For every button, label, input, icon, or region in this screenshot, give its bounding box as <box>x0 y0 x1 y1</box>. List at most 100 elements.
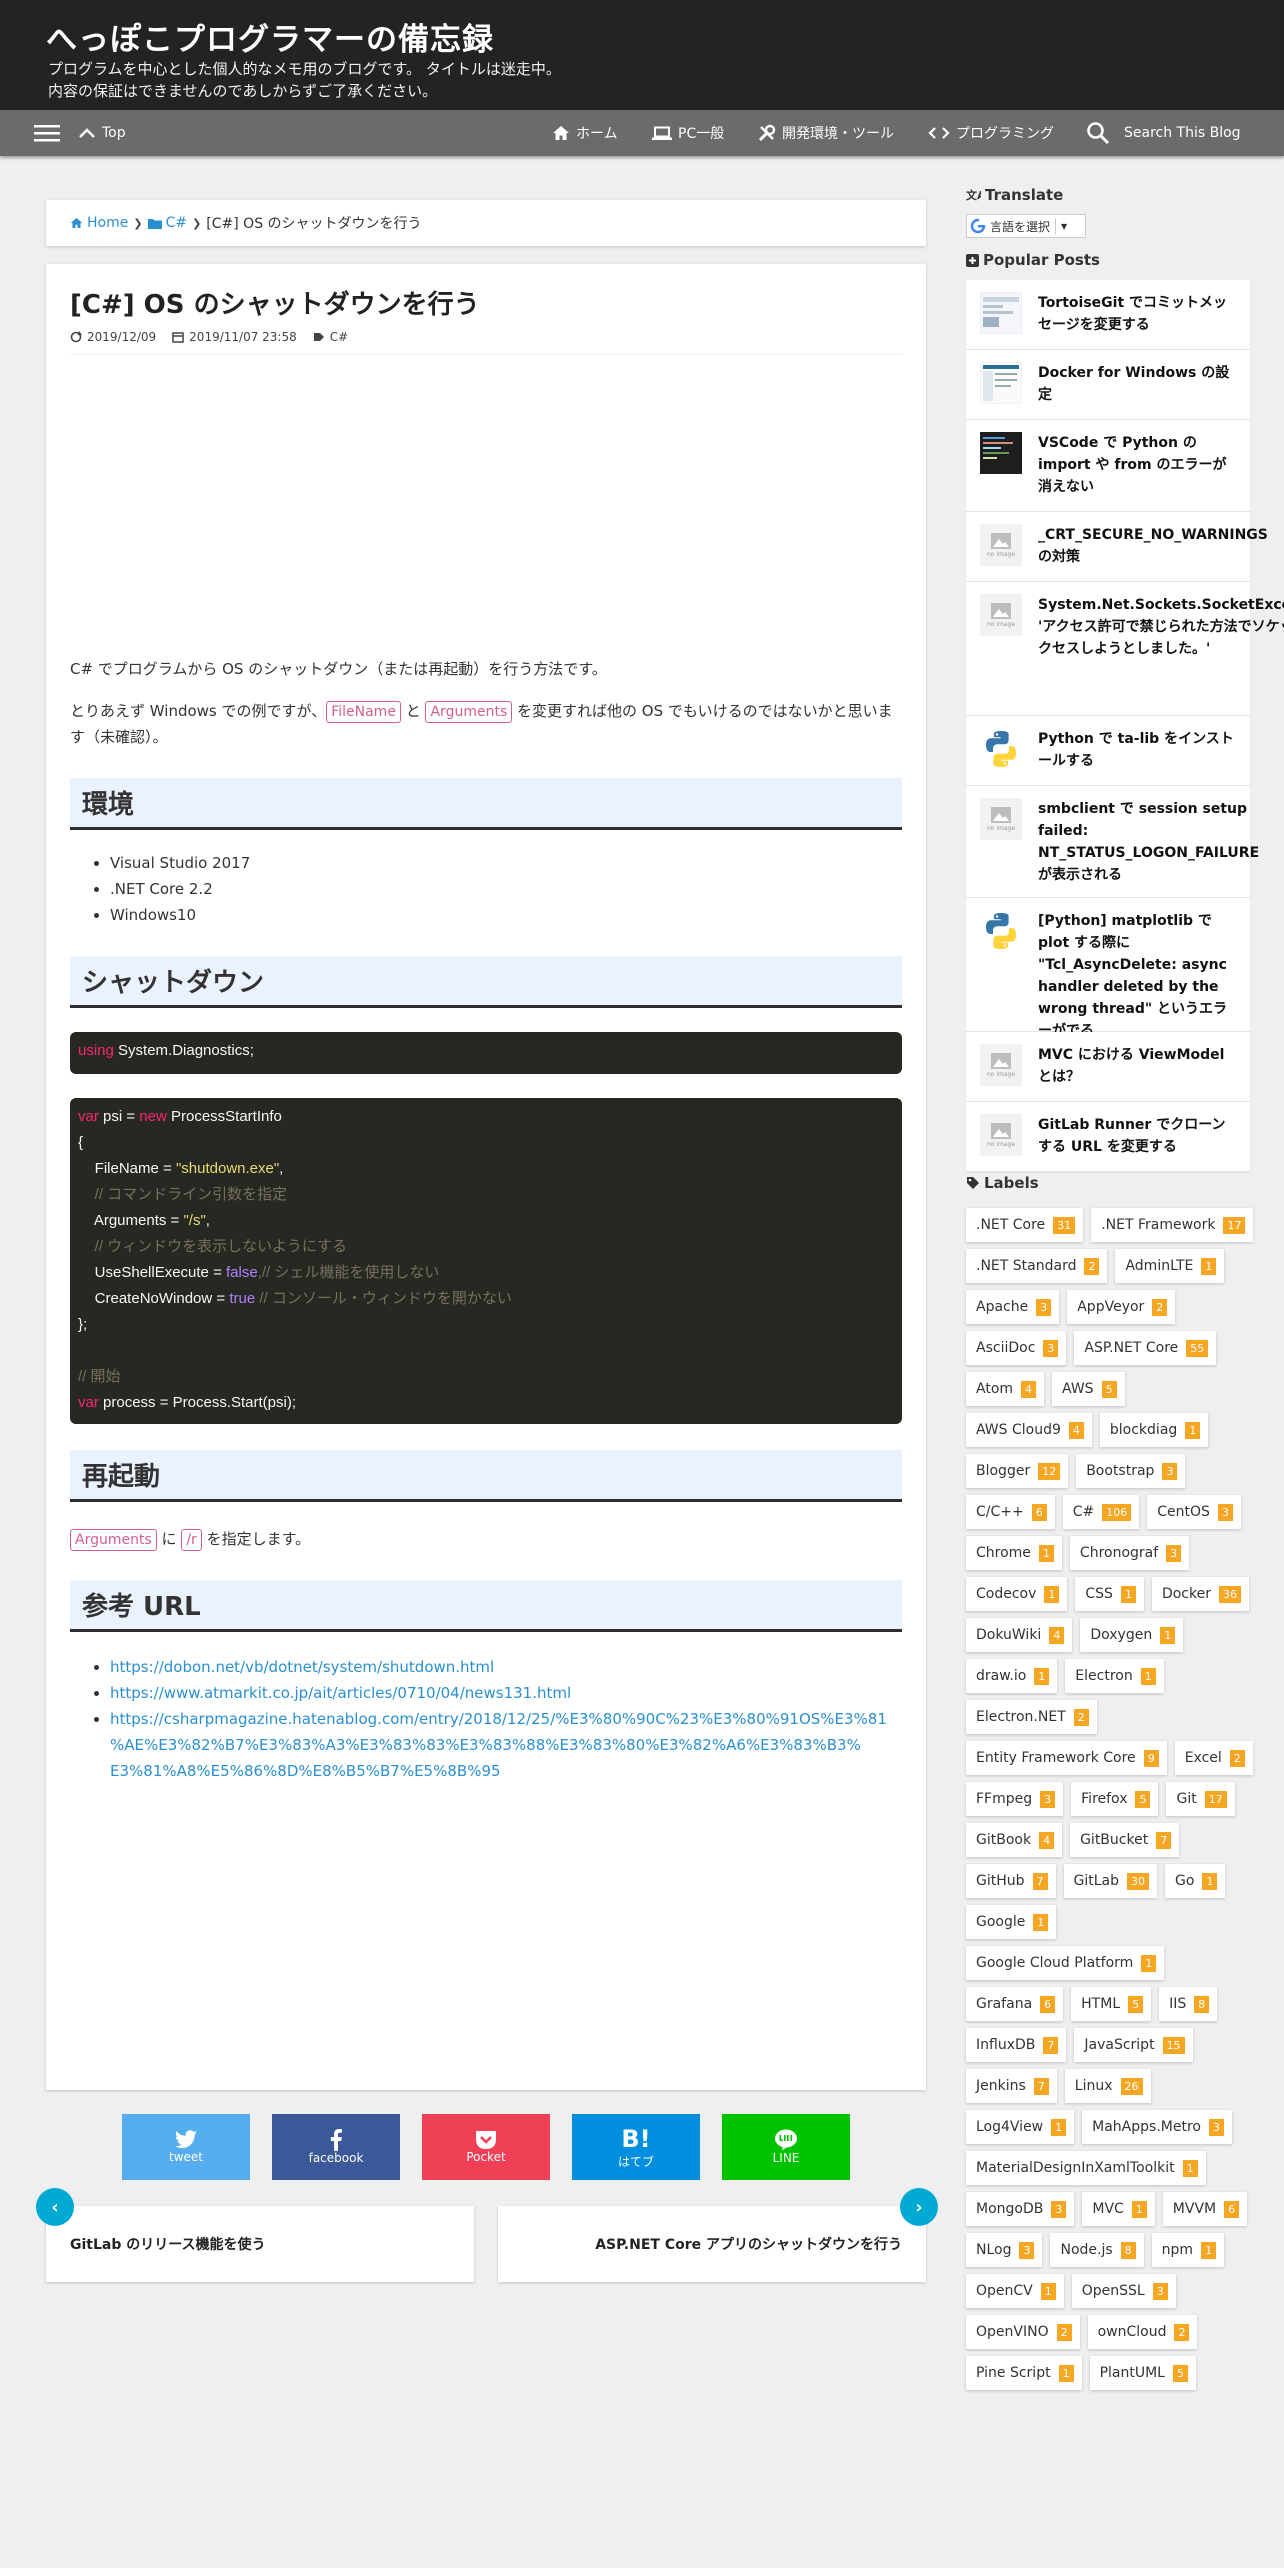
prev-post-button[interactable]: ‹ <box>36 2188 74 2226</box>
label-item[interactable]: OpenCV 1 <box>966 2274 1064 2308</box>
label-item[interactable]: AdminLTE 1 <box>1115 1249 1225 1283</box>
label-item[interactable]: Docker 36 <box>1151 1577 1249 1611</box>
label-item[interactable]: Electron 1 <box>1065 1659 1164 1693</box>
reference-link[interactable]: https://dobon.net/vb/dotnet/system/shutd… <box>110 1658 494 1676</box>
popular-post-item[interactable]: no image System.Net.Sockets.SocketExcept… <box>966 582 1284 716</box>
label-item[interactable]: Git 17 <box>1166 1782 1235 1816</box>
share-facebook-button[interactable]: facebook <box>272 2114 400 2180</box>
label-item[interactable]: CentOS 3 <box>1147 1495 1241 1529</box>
label-item[interactable]: .NET Standard 2 <box>966 1249 1108 1283</box>
code-editor-thumbnail-icon <box>980 432 1022 474</box>
label-item[interactable]: Log4View 1 <box>966 2110 1075 2144</box>
prev-post-link[interactable]: GitLab のリリース機能を使う <box>46 2206 474 2282</box>
hamburger-menu-button[interactable] <box>34 110 66 156</box>
label-item[interactable]: MVVM 6 <box>1162 2192 1248 2226</box>
popular-post-item[interactable]: Python で ta-lib をインストールする <box>966 716 1250 786</box>
label-item[interactable]: npm 1 <box>1151 2233 1225 2267</box>
label-item[interactable]: GitLab 30 <box>1063 1864 1158 1898</box>
label-item[interactable]: ASP.NET Core 55 <box>1074 1331 1217 1365</box>
label-item[interactable]: MongoDB 3 <box>966 2192 1075 2226</box>
label-item[interactable]: ownCloud 2 <box>1087 2315 1198 2349</box>
label-item[interactable]: Google 1 <box>966 1905 1057 1939</box>
label-item[interactable]: C# 106 <box>1062 1495 1140 1529</box>
label-item[interactable]: Pine Script 1 <box>966 2356 1082 2390</box>
label-item[interactable]: AWS 5 <box>1052 1372 1125 1406</box>
label-item[interactable]: MaterialDesignInXamlToolkit 1 <box>966 2151 1206 2185</box>
label-item[interactable]: Blogger 12 <box>966 1454 1069 1488</box>
label-item[interactable]: C/C++ 6 <box>966 1495 1055 1529</box>
label-item[interactable]: Excel 2 <box>1174 1741 1253 1775</box>
label-item[interactable]: GitHub 7 <box>966 1864 1056 1898</box>
popular-post-item[interactable]: [Python] matplotlib で plot する際に "Tcl_Asy… <box>966 898 1250 1039</box>
next-post-button[interactable]: › <box>900 2188 938 2226</box>
reference-link[interactable]: https://csharpmagazine.hatenablog.com/en… <box>110 1706 900 1784</box>
label-item[interactable]: InfluxDB 7 <box>966 2028 1067 2062</box>
label-item[interactable]: JavaScript 15 <box>1074 2028 1193 2062</box>
label-item[interactable]: Chronograf 3 <box>1069 1536 1190 1570</box>
breadcrumb-home-link[interactable]: Home <box>70 215 128 231</box>
label-item[interactable]: AsciiDoc 3 <box>966 1331 1067 1365</box>
post-meta: 2019/12/09 2019/11/07 23:58 C# <box>70 330 364 344</box>
label-item[interactable]: MVC 1 <box>1082 2192 1155 2226</box>
popular-post-item[interactable]: TortoiseGit でコミットメッセージを変更する <box>966 280 1250 350</box>
label-item[interactable]: Electron.NET 2 <box>966 1700 1097 1734</box>
post-tag[interactable]: C# <box>313 330 348 344</box>
label-item[interactable]: FFmpeg 3 <box>966 1782 1064 1816</box>
label-item[interactable]: Node.js 8 <box>1050 2233 1144 2267</box>
share-twitter-button[interactable]: tweet <box>122 2114 250 2180</box>
breadcrumb-category-link[interactable]: C# <box>147 215 187 231</box>
nav-item-home[interactable]: ホーム <box>552 110 618 156</box>
label-item[interactable]: blockdiag 1 <box>1099 1413 1209 1447</box>
label-item[interactable]: Apache 3 <box>966 1290 1060 1324</box>
popular-post-item[interactable]: no image _CRT_SECURE_NO_WARNINGS の対策 <box>966 512 1268 582</box>
label-item[interactable]: HTML 5 <box>1071 1987 1152 2021</box>
label-item[interactable]: draw.io 1 <box>966 1659 1058 1693</box>
nav-item-pc[interactable]: PC一般 <box>652 110 724 156</box>
share-hatena-button[interactable]: B! はてブ <box>572 2114 700 2180</box>
share-pocket-button[interactable]: Pocket <box>422 2114 550 2180</box>
label-item[interactable]: GitBucket 7 <box>1070 1823 1180 1857</box>
label-item[interactable]: Google Cloud Platform 1 <box>966 1946 1165 1980</box>
label-item[interactable]: PlantUML 5 <box>1089 2356 1196 2390</box>
label-item[interactable]: Chrome 1 <box>966 1536 1062 1570</box>
label-item[interactable]: Grafana 6 <box>966 1987 1064 2021</box>
label-item[interactable]: AppVeyor 2 <box>1067 1290 1176 1324</box>
popular-post-item[interactable]: Docker for Windows の設定 <box>966 350 1250 420</box>
nav-top-button[interactable]: Top <box>78 110 126 156</box>
label-item[interactable]: CSS 1 <box>1075 1577 1144 1611</box>
nav-item-programming[interactable]: プログラミング <box>928 110 1054 156</box>
nav-search-button[interactable]: Search This Blog <box>1086 110 1241 156</box>
label-item[interactable]: IIS 8 <box>1159 1987 1218 2021</box>
label-item[interactable]: Codecov 1 <box>966 1577 1068 1611</box>
label-item[interactable]: GitBook 4 <box>966 1823 1063 1857</box>
label-item[interactable]: Jenkins 7 <box>966 2069 1057 2103</box>
site-title[interactable]: へっぽこプログラマーの備忘録 <box>46 14 494 59</box>
label-item[interactable]: .NET Framework 17 <box>1091 1208 1254 1242</box>
code-block-shutdown[interactable]: var psi = new ProcessStartInfo { FileNam… <box>70 1098 902 1424</box>
label-item[interactable]: OpenSSL 3 <box>1071 2274 1176 2308</box>
heading-reboot: 再起動 <box>70 1450 902 1502</box>
label-item[interactable]: Firefox 5 <box>1071 1782 1159 1816</box>
nav-item-dev-tools[interactable]: 開発環境・ツール <box>758 110 894 156</box>
label-item[interactable]: Go 1 <box>1165 1864 1226 1898</box>
popular-post-item[interactable]: VSCode で Python の import や from のエラーが消えな… <box>966 420 1250 512</box>
label-item[interactable]: Atom 4 <box>966 1372 1045 1406</box>
label-item[interactable]: Bootstrap 3 <box>1076 1454 1186 1488</box>
label-item[interactable]: MahApps.Metro 3 <box>1082 2110 1232 2144</box>
label-item[interactable]: Linux 26 <box>1064 2069 1151 2103</box>
label-item[interactable]: Doxygen 1 <box>1080 1618 1184 1652</box>
label-item[interactable]: Entity Framework Core 9 <box>966 1741 1167 1775</box>
label-item[interactable]: DokuWiki 4 <box>966 1618 1073 1652</box>
label-item[interactable]: AWS Cloud9 4 <box>966 1413 1092 1447</box>
reference-link[interactable]: https://www.atmarkit.co.jp/ait/articles/… <box>110 1684 571 1702</box>
next-post-link[interactable]: ASP.NET Core アプリのシャットダウンを行う <box>498 2206 926 2282</box>
label-item[interactable]: OpenVINO 2 <box>966 2315 1080 2349</box>
label-item[interactable]: NLog 3 <box>966 2233 1043 2267</box>
popular-post-item[interactable]: no image smbclient で session setup faile… <box>966 786 1259 898</box>
popular-post-item[interactable]: no image MVC における ViewModel とは？ <box>966 1032 1250 1102</box>
popular-post-item[interactable]: no image GitLab Runner でクローンする URL を変更する <box>966 1102 1250 1172</box>
code-block-using[interactable]: using System.Diagnostics; <box>70 1032 902 1074</box>
language-select[interactable]: 言語を選択 ▼ <box>966 214 1086 238</box>
label-item[interactable]: .NET Core 31 <box>966 1208 1084 1242</box>
share-line-button[interactable]: LINE <box>722 2114 850 2180</box>
